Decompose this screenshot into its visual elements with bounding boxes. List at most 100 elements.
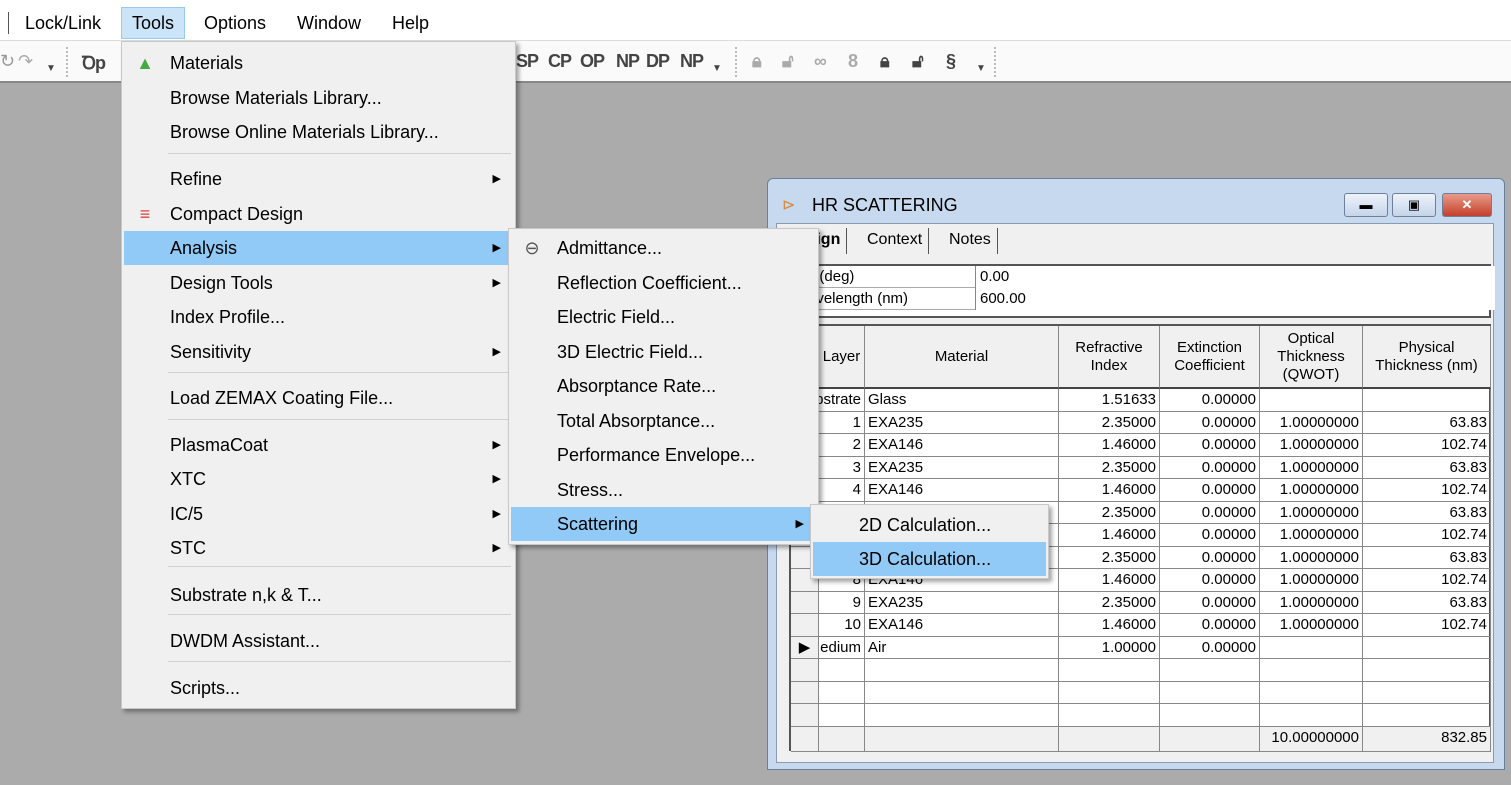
cell-layer[interactable]: 2 <box>819 434 865 457</box>
cell-physical-thickness-nm[interactable]: 63.83 <box>1363 501 1491 524</box>
cell-material[interactable]: EXA146 <box>865 434 1059 457</box>
menu-item-substrate-n-k-t[interactable]: Substrate n,k & T... <box>124 578 513 612</box>
menu-lock-link[interactable]: Lock/Link <box>15 7 111 39</box>
cell-layer[interactable]: 1 <box>819 411 865 434</box>
cell-layer[interactable] <box>819 704 865 727</box>
menu-item-load-zemax-coating-file[interactable]: Load ZEMAX Coating File... <box>124 381 513 415</box>
cell-extinction-coefficient[interactable]: 0.00000 <box>1160 479 1260 502</box>
redo-icon[interactable]: ↷ <box>18 51 33 72</box>
cell-physical-thickness-nm[interactable]: 102.74 <box>1363 569 1491 592</box>
cell-material[interactable]: EXA235 <box>865 411 1059 434</box>
cell-physical-thickness-nm[interactable]: 63.83 <box>1363 546 1491 569</box>
cell-optical-thickness-qwot[interactable] <box>1260 681 1363 704</box>
dp-icon[interactable]: Ꝺp <box>82 51 106 75</box>
minimize-button[interactable]: ▬ <box>1344 193 1388 217</box>
lock-all-icon[interactable]: 🔒︎ <box>880 51 890 72</box>
cell-extinction-coefficient[interactable]: 0.00000 <box>1160 614 1260 637</box>
cell-extinction-coefficient[interactable]: 0.00000 <box>1160 546 1260 569</box>
cell-optical-thickness-qwot[interactable]: 1.00000000 <box>1260 479 1363 502</box>
column-header-optical-thickness-qwot[interactable]: Optical Thickness (QWOT) <box>1260 326 1363 389</box>
menu-item-performance-envelope[interactable]: Performance Envelope... <box>511 438 816 472</box>
row-header[interactable] <box>791 591 819 614</box>
cell-physical-thickness-nm[interactable] <box>1363 681 1491 704</box>
cell-refractive-index[interactable] <box>1059 704 1160 727</box>
menu-item-refine[interactable]: Refine ▶ <box>124 162 513 196</box>
cell-optical-thickness-qwot[interactable] <box>1260 636 1363 659</box>
menu-item-dwdm-assistant[interactable]: DWDM Assistant... <box>124 624 513 658</box>
menu-item-stc[interactable]: STC ▶ <box>124 531 513 565</box>
menu-help[interactable]: Help <box>382 7 439 39</box>
menu-item-index-profile[interactable]: Index Profile... <box>124 300 513 334</box>
cell-refractive-index[interactable]: 2.35000 <box>1059 591 1160 614</box>
toolbar-dropdown-icon[interactable]: ▼ <box>712 63 722 74</box>
cell-optical-thickness-qwot[interactable]: 1.00000000 <box>1260 614 1363 637</box>
cell-refractive-index[interactable]: 1.46000 <box>1059 614 1160 637</box>
cell-refractive-index[interactable]: 1.46000 <box>1059 524 1160 547</box>
menu-item-design-tools[interactable]: Design Tools ▶ <box>124 266 513 300</box>
np-icon[interactable]: NP <box>616 51 640 72</box>
menu-item-analysis[interactable]: Analysis ▶ <box>124 231 513 265</box>
unlock-all-icon[interactable]: 🔓︎ <box>912 51 924 72</box>
link-all-icon[interactable]: § <box>946 51 956 72</box>
menu-item-sensitivity[interactable]: Sensitivity ▶ <box>124 335 513 369</box>
cell-extinction-coefficient[interactable]: 0.00000 <box>1160 524 1260 547</box>
column-header-refractive-index[interactable]: Refractive Index <box>1059 326 1160 389</box>
cell-physical-thickness-nm[interactable] <box>1363 389 1491 412</box>
tab-notes[interactable]: Notes <box>943 228 998 254</box>
cell-optical-thickness-qwot[interactable] <box>1260 389 1363 412</box>
toolbar-dropdown-icon[interactable]: ▼ <box>46 63 56 74</box>
cell-material[interactable] <box>865 704 1059 727</box>
cell-material[interactable] <box>865 681 1059 704</box>
cell-extinction-coefficient[interactable]: 0.00000 <box>1160 411 1260 434</box>
cell-refractive-index[interactable]: 1.46000 <box>1059 434 1160 457</box>
menu-item-absorptance-rate[interactable]: Absorptance Rate... <box>511 369 816 403</box>
cell-optical-thickness-qwot[interactable]: 1.00000000 <box>1260 591 1363 614</box>
column-header-layer[interactable]: Layer <box>819 326 865 389</box>
menu-item-browse-materials-library[interactable]: Browse Materials Library... <box>124 81 513 115</box>
row-header[interactable] <box>791 704 819 727</box>
op-icon[interactable]: OP <box>580 51 605 72</box>
cell-optical-thickness-qwot[interactable] <box>1260 704 1363 727</box>
cell-optical-thickness-qwot[interactable]: 1.00000000 <box>1260 456 1363 479</box>
unlink-icon[interactable]: 8 <box>848 51 858 72</box>
cell-material[interactable]: Air <box>865 636 1059 659</box>
menu-item-compact-design[interactable]: ≡ Compact Design <box>124 197 513 231</box>
cell-layer[interactable]: 10 <box>819 614 865 637</box>
menu-item-3d-electric-field[interactable]: 3D Electric Field... <box>511 335 816 369</box>
menu-window[interactable]: Window <box>287 7 371 39</box>
cell-physical-thickness-nm[interactable]: 63.83 <box>1363 591 1491 614</box>
cell-extinction-coefficient[interactable]: 0.00000 <box>1160 434 1260 457</box>
menu-item-admittance[interactable]: ⊖ Admittance... <box>511 231 816 265</box>
row-header[interactable]: ▶ <box>791 636 819 659</box>
cell-refractive-index[interactable]: 1.46000 <box>1059 479 1160 502</box>
cell-extinction-coefficient[interactable] <box>1160 659 1260 682</box>
cell-material[interactable]: EXA146 <box>865 614 1059 637</box>
cell-optical-thickness-qwot[interactable]: 1.00000000 <box>1260 501 1363 524</box>
cell-refractive-index[interactable]: 1.46000 <box>1059 569 1160 592</box>
cell-layer[interactable]: 3 <box>819 456 865 479</box>
cell-layer[interactable]: Medium <box>819 636 865 659</box>
menu-item-electric-field[interactable]: Electric Field... <box>511 300 816 334</box>
cell-physical-thickness-nm[interactable]: 102.74 <box>1363 434 1491 457</box>
cell-material[interactable] <box>865 659 1059 682</box>
menu-item-scattering[interactable]: Scattering ▶ <box>511 507 816 541</box>
cp-icon[interactable]: CP <box>548 51 572 72</box>
cell-refractive-index[interactable]: 1.51633 <box>1059 389 1160 412</box>
close-button[interactable]: ✕ <box>1442 193 1492 217</box>
toolbar-dropdown-icon[interactable]: ▼ <box>976 63 986 74</box>
column-header-material[interactable]: Material <box>865 326 1059 389</box>
cell-refractive-index[interactable]: 2.35000 <box>1059 411 1160 434</box>
cell-material[interactable]: Glass <box>865 389 1059 412</box>
cell-refractive-index[interactable]: 2.35000 <box>1059 456 1160 479</box>
cell-extinction-coefficient[interactable]: 0.00000 <box>1160 569 1260 592</box>
cell-optical-thickness-qwot[interactable]: 1.00000000 <box>1260 524 1363 547</box>
undo-icon[interactable]: ↻ <box>0 51 15 72</box>
cell-refractive-index[interactable] <box>1059 659 1160 682</box>
row-header[interactable] <box>791 681 819 704</box>
unlock-icon[interactable]: 🔓︎ <box>782 51 794 72</box>
cell-extinction-coefficient[interactable]: 0.00000 <box>1160 501 1260 524</box>
menu-item-materials[interactable]: ▲ Materials <box>124 46 513 80</box>
cell-physical-thickness-nm[interactable] <box>1363 659 1491 682</box>
tab-context[interactable]: Context <box>861 228 930 254</box>
param-value[interactable]: 0.00 <box>975 266 1495 288</box>
